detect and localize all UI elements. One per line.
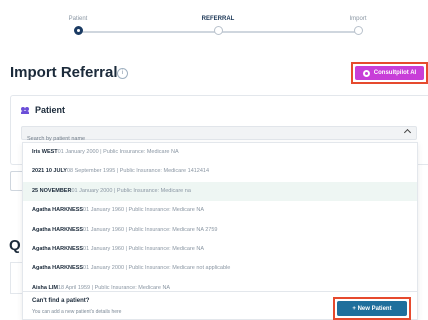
page-title: Import Referral: [10, 64, 118, 81]
cant-find-title: Can't find a patient?: [32, 298, 90, 304]
chevron-up-icon[interactable]: [403, 128, 412, 137]
patient-heading: Patient: [21, 105, 65, 115]
step-referral-dot: [213, 26, 223, 35]
step-referral[interactable]: REFERRAL: [178, 0, 258, 35]
background-section-title: Q: [9, 237, 21, 254]
consultpilot-label: Consultpilot AI: [373, 70, 417, 76]
patient-results-dropdown: Iris WEST01 January 2000 | Public Insura…: [22, 142, 418, 320]
new-patient-highlight: + New Patient: [333, 297, 411, 320]
people-icon: [21, 106, 30, 114]
patient-option-highlighted[interactable]: 25 NOVEMBER01 January 2000 | Public Insu…: [23, 181, 417, 202]
cant-find-subtitle: You can add a new patient's details here: [32, 309, 122, 315]
step-import-label: Import: [349, 16, 367, 22]
patient-option[interactable]: Agatha HARKNESS01 January 1960 | Public …: [23, 240, 417, 259]
info-icon[interactable]: i: [117, 68, 128, 79]
step-import[interactable]: Import: [318, 0, 398, 35]
step-patient-dot: [73, 26, 83, 35]
consultpilot-icon: [362, 69, 370, 77]
consultpilot-highlight: Consultpilot AI: [351, 62, 428, 84]
new-patient-button[interactable]: + New Patient: [337, 301, 407, 316]
patient-option[interactable]: Iris WEST01 January 2000 | Public Insura…: [23, 143, 417, 162]
patient-option[interactable]: Agatha HARKNESS01 January 2000 | Public …: [23, 259, 417, 278]
patient-heading-text: Patient: [35, 105, 66, 115]
new-patient-label: + New Patient: [352, 305, 392, 312]
step-patient-label: Patient: [68, 16, 88, 22]
stepper: Patient REFERRAL Import: [0, 0, 428, 44]
patient-option[interactable]: 2021 10 JULY08 September 1995 | Public I…: [23, 162, 417, 181]
step-referral-label: REFERRAL: [178, 14, 258, 24]
consultpilot-button[interactable]: Consultpilot AI: [355, 66, 424, 80]
patient-option[interactable]: Agatha HARKNESS01 January 1960 | Public …: [23, 201, 417, 220]
patient-search-box[interactable]: [21, 126, 417, 145]
step-patient[interactable]: Patient: [38, 0, 118, 35]
step-import-dot: [353, 26, 363, 35]
patient-option[interactable]: Agatha HARKNESS01 January 1960 | Public …: [23, 221, 417, 240]
